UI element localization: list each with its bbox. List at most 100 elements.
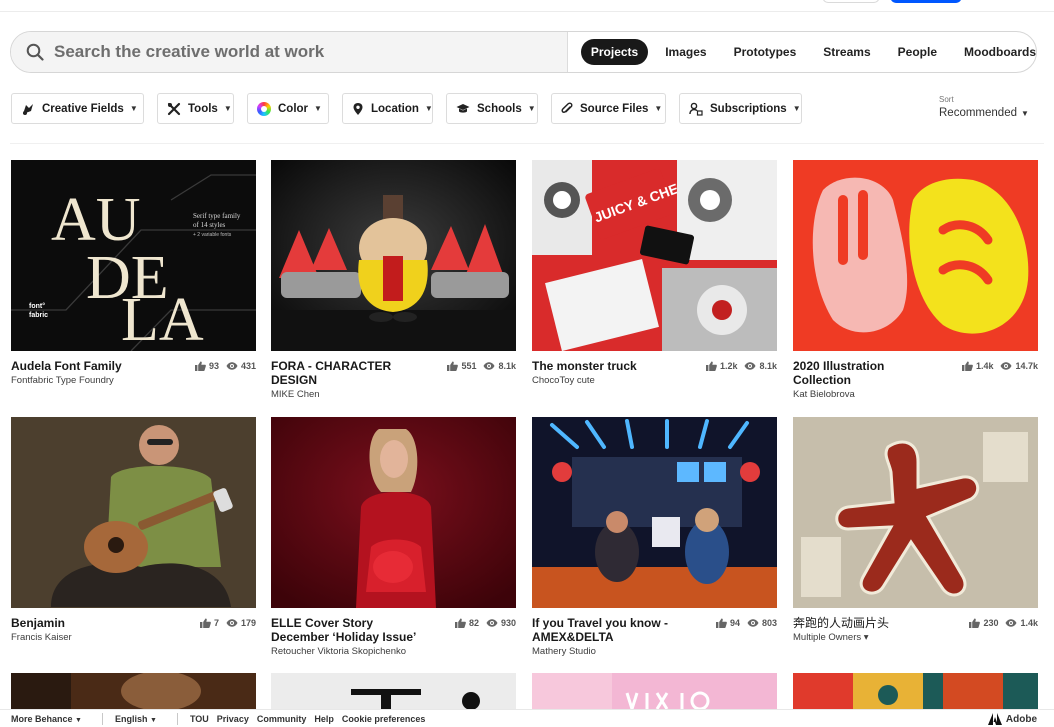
tab-streams[interactable]: Streams	[823, 45, 870, 59]
chevron-down-icon: ▼	[654, 104, 663, 113]
chevron-down-icon: ▼	[223, 104, 232, 113]
graduation-cap-icon	[456, 102, 470, 116]
eye-icon	[226, 362, 238, 370]
tab-projects[interactable]: Projects	[580, 39, 649, 65]
paperclip-icon	[561, 102, 573, 116]
thumb-brand-1: font°	[29, 302, 45, 310]
view-count: 431	[240, 361, 256, 371]
project-thumbnail-audela[interactable]: AU DE LA Serif type family of 14 styles …	[11, 160, 256, 351]
project-thumbnail-illustration[interactable]	[793, 160, 1038, 351]
chevron-down-icon: ▼	[1020, 109, 1029, 118]
schools-filter[interactable]: Schools ▼	[446, 93, 538, 124]
tab-people[interactable]: People	[898, 45, 937, 59]
project-title[interactable]: Audela Font Family	[11, 359, 161, 373]
source-files-label: Source Files	[580, 102, 649, 115]
eye-icon	[747, 619, 759, 627]
sort-dropdown[interactable]: Recommended ▼	[939, 107, 1029, 119]
footer-language[interactable]: English ▼	[115, 714, 157, 724]
tab-moodboards[interactable]: Moodboards	[964, 45, 1036, 59]
like-count: 1.4k	[975, 361, 994, 371]
location-label: Location	[371, 102, 419, 115]
adobe-link[interactable]: Adobe	[987, 713, 1037, 725]
subscriptions-filter[interactable]: Subscriptions ▼	[679, 93, 802, 124]
eye-icon	[486, 619, 498, 627]
project-title[interactable]: 奔跑的人动画片头	[793, 616, 943, 630]
project-owner[interactable]: Francis Kaiser	[11, 631, 161, 644]
project-stats: 93 431	[188, 359, 256, 387]
footer: More Behance ▼ English ▼ TOU Privacy Com…	[0, 709, 1054, 727]
view-count: 1.4k	[1020, 618, 1038, 628]
footer-link-cookie-preferences[interactable]: Cookie preferences	[342, 714, 426, 724]
project-title[interactable]: 2020 Illustration Collection	[793, 359, 943, 387]
project-thumbnail-monster-truck[interactable]: JUICY & CHEESY	[532, 160, 777, 351]
project-owner[interactable]: Fontfabric Type Foundry	[11, 374, 161, 387]
tab-prototypes[interactable]: Prototypes	[734, 45, 797, 59]
project-title[interactable]: Benjamin	[11, 616, 161, 630]
thumbs-up-icon	[961, 361, 973, 371]
location-filter[interactable]: Location ▼	[342, 93, 433, 124]
eye-icon	[744, 362, 756, 370]
svg-text:LA: LA	[121, 286, 204, 351]
search-input[interactable]	[54, 42, 554, 62]
location-pin-icon	[352, 102, 364, 116]
footer-divider	[176, 712, 178, 725]
project-thumbnail-running-figure[interactable]	[793, 417, 1038, 608]
color-filter[interactable]: Color ▼	[247, 93, 329, 124]
project-owner[interactable]: Mathery Studio	[532, 645, 682, 658]
source-files-filter[interactable]: Source Files ▼	[551, 93, 666, 124]
project-title[interactable]: The monster truck	[532, 359, 682, 373]
sort-control[interactable]: Sort Recommended ▼	[939, 95, 1029, 119]
thumb-tagline-3: + 2 variable fonts	[193, 232, 232, 238]
color-wheel-icon	[257, 101, 271, 116]
project-thumbnail-row3-4[interactable]	[793, 673, 1038, 709]
subscriptions-label: Subscriptions	[710, 102, 787, 115]
project-owner[interactable]: ChocoToy cute	[532, 374, 682, 387]
like-count: 551	[461, 361, 477, 371]
chevron-down-icon: ▼	[424, 104, 433, 113]
search-type-tabs: Projects Images Prototypes Streams Peopl…	[568, 32, 1036, 72]
creative-fields-filter[interactable]: Creative Fields ▼	[11, 93, 144, 124]
project-thumbnail-elle[interactable]	[271, 417, 516, 608]
project-owner[interactable]: Kat Bielobrova	[793, 388, 943, 401]
tools-icon	[167, 102, 181, 116]
project-owner[interactable]: Retoucher Viktoria Skopichenko	[271, 645, 421, 658]
search-icon	[26, 43, 44, 61]
footer-link-tou[interactable]: TOU	[190, 714, 209, 724]
tools-label: Tools	[188, 102, 218, 115]
tab-images[interactable]: Images	[665, 45, 706, 59]
project-thumbnail-benjamin[interactable]	[11, 417, 256, 608]
project-thumbnail-row3-3[interactable]	[532, 673, 777, 709]
project-title[interactable]: ELLE Cover Story December ‘Holiday Issue…	[271, 616, 421, 644]
project-title[interactable]: If you Travel you know - AMEX&DELTA	[532, 616, 682, 644]
project-owner[interactable]: MIKE Chen	[271, 388, 421, 401]
project-thumbnail-row3-1[interactable]	[11, 673, 256, 709]
footer-more-behance[interactable]: More Behance ▼	[11, 714, 82, 724]
view-count: 179	[240, 618, 256, 628]
schools-label: Schools	[477, 102, 522, 115]
project-stats: 94 803	[709, 616, 777, 658]
project-thumbnail-fora[interactable]	[271, 160, 516, 351]
thumb-brand-2: fabric	[29, 312, 48, 319]
adobe-logo-icon	[987, 713, 1002, 725]
project-owner[interactable]: Multiple Owners ▾	[793, 631, 943, 644]
chevron-down-icon: ▼	[129, 104, 138, 113]
project-thumbnail-row3-2[interactable]	[271, 673, 516, 709]
sort-label: Sort	[939, 95, 954, 104]
footer-link-privacy[interactable]: Privacy	[217, 714, 249, 724]
project-stats: 7 179	[193, 616, 256, 644]
project-title[interactable]: FORA - CHARACTER DESIGN	[271, 359, 421, 387]
project-card: AU DE LA Serif type family of 14 styles …	[11, 160, 256, 387]
chevron-down-icon: ▼	[75, 716, 82, 724]
header-button-outline[interactable]	[822, 0, 880, 3]
footer-link-community[interactable]: Community	[257, 714, 307, 724]
project-thumbnail-amex-delta[interactable]	[532, 417, 777, 608]
eye-icon	[1000, 362, 1012, 370]
project-card: JUICY & CHEESY The monster truck ChocoTo…	[532, 160, 777, 387]
header-button-primary[interactable]	[890, 0, 962, 3]
creative-fields-label: Creative Fields	[42, 102, 124, 115]
project-card: Benjamin Francis Kaiser 7 179	[11, 417, 256, 644]
tools-filter[interactable]: Tools ▼	[157, 93, 234, 124]
footer-link-help[interactable]: Help	[314, 714, 334, 724]
view-count: 14.7k	[1015, 361, 1038, 371]
view-count: 803	[761, 618, 777, 628]
